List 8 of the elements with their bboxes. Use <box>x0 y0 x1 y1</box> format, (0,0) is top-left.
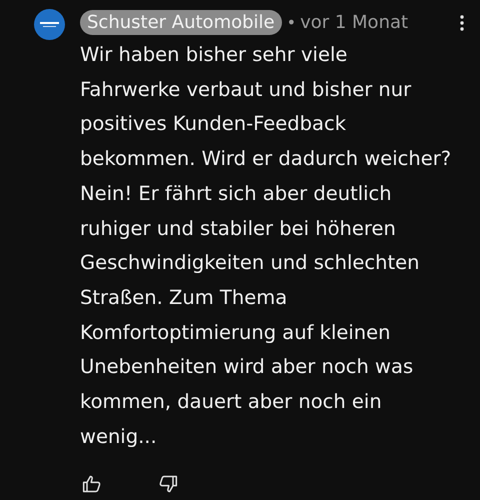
author-name[interactable]: Schuster Automobile <box>80 10 282 35</box>
thumbs-down-icon[interactable] <box>158 474 178 494</box>
separator-dot: • <box>286 12 296 34</box>
more-options-icon[interactable] <box>460 14 464 30</box>
avatar-logo-icon[interactable] <box>34 9 65 40</box>
thumbs-up-icon[interactable] <box>82 474 102 494</box>
comment-text: Wir haben bisher sehr viele Fahrwerke verbaut und bisher nur positives Kunden-Feedback bekommen. Wird er dadurch weicher? Nein! Er fährt sich aber deutlich ruhiger und stabiler bei höheren Geschwindigkeiten und schlechten Straßen. Zum Thema Komfortoptimierung auf kleinen Unebenheiten wird aber noch was kommen, dauert aber noch ein wenig... <box>80 42 452 450</box>
comment-time: vor 1 Monat <box>300 11 408 35</box>
